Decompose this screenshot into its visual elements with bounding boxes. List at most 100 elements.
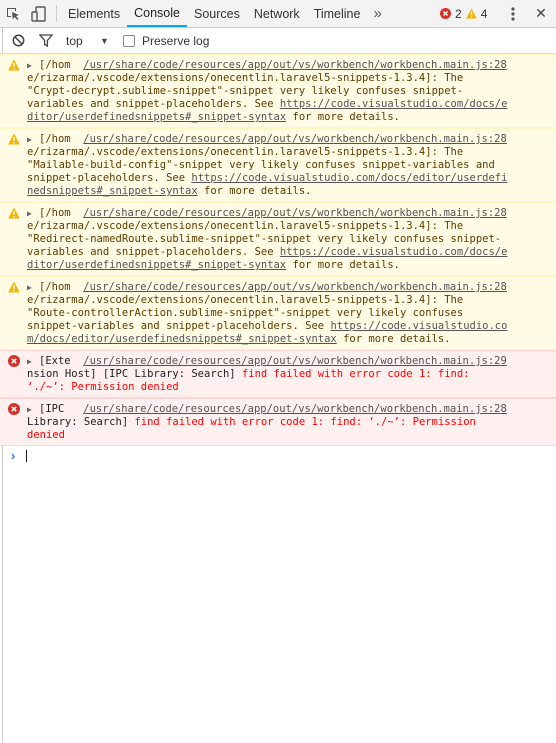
preserve-log-checkbox[interactable] xyxy=(123,34,135,47)
message-text: e/rizarma/.vscode/extensions/onecentlin.… xyxy=(27,220,464,232)
expand-triangle-icon[interactable]: ▶ xyxy=(27,59,39,72)
message-line: "Crypt-decrypt.sublime-snippet"-snippet … xyxy=(27,85,550,98)
source-link[interactable]: https://code.visualstudio.com/docs/edito… xyxy=(191,172,507,184)
console-warning-message[interactable]: ▶ [/hom /usr/share/code/resources/app/out… xyxy=(0,202,556,276)
source-link[interactable]: https://code.visualstudio.co xyxy=(330,320,507,332)
close-devtools-button[interactable]: ✕ xyxy=(532,0,550,27)
tab-console[interactable]: Console xyxy=(127,0,187,27)
device-toolbar-button[interactable] xyxy=(26,0,52,27)
expand-triangle-icon[interactable]: ▶ xyxy=(27,355,39,368)
message-text: for more details. xyxy=(286,111,400,123)
tab-timeline[interactable]: Timeline xyxy=(307,0,368,27)
tab-label: Timeline xyxy=(313,6,361,21)
inspect-cursor-icon xyxy=(7,7,19,20)
message-text: ‘./~’: Permission denied xyxy=(27,381,179,393)
source-link[interactable]: m/docs/editor/userdefinedsnippets#_snipp… xyxy=(27,333,337,345)
console-warning-message[interactable]: ▶ [/hom /usr/share/code/resources/app/out… xyxy=(0,128,556,202)
tab-elements[interactable]: Elements xyxy=(61,0,127,27)
warning-icon xyxy=(465,8,477,19)
expand-triangle-icon[interactable]: ▶ xyxy=(27,133,39,146)
message-text: [/hom xyxy=(39,281,84,293)
message-text: find failed with error code 1: find: xyxy=(241,368,470,380)
message-line: "Mailable-build-config"-snippet very lik… xyxy=(27,159,550,172)
warning-icon xyxy=(8,133,20,145)
console-warning-message[interactable]: ▶ [/hom /usr/share/code/resources/app/out… xyxy=(0,54,556,128)
message-line: "Route-controllerAction.sublime-snippet"… xyxy=(27,307,550,320)
error-count: 2 xyxy=(455,6,462,21)
message-line: ▶ [/hom /usr/share/code/resources/app/out… xyxy=(27,133,550,146)
message-line: e/rizarma/.vscode/extensions/onecentlin.… xyxy=(27,294,550,307)
context-selector[interactable]: top ▼ xyxy=(66,28,114,53)
message-line: variables and snippet-placeholders. See … xyxy=(27,246,550,259)
message-line: e/rizarma/.vscode/extensions/onecentlin.… xyxy=(27,146,550,159)
message-text: nsion Host] [IPC Library: Search] xyxy=(27,368,242,380)
message-line: snippet-variables and snippet-placeholde… xyxy=(27,320,550,333)
message-line: snippet-placeholders. See https://code.v… xyxy=(27,172,550,185)
tab-label: Sources xyxy=(193,6,240,21)
source-link[interactable]: https://code.visualstudio.com/docs/e xyxy=(280,98,508,110)
funnel-filter-icon xyxy=(39,34,53,47)
console-error-message[interactable]: ▶ [IPC /usr/share/code/resources/app/out/… xyxy=(0,398,556,446)
context-value: top xyxy=(66,33,83,48)
source-link[interactable]: nedsnippets#_snippet-syntax xyxy=(27,185,198,197)
customize-menu-button[interactable] xyxy=(505,0,521,27)
message-line: m/docs/editor/userdefinedsnippets#_snipp… xyxy=(27,333,550,346)
message-text: snippet-placeholders. See xyxy=(27,172,192,184)
message-text: [/hom xyxy=(39,207,84,219)
message-text: find failed with error code 1: find: ‘./… xyxy=(134,416,476,428)
console-prompt[interactable]: › xyxy=(0,446,556,466)
message-line: e/rizarma/.vscode/extensions/onecentlin.… xyxy=(27,220,550,233)
issue-counts[interactable]: 2 4 xyxy=(440,0,487,27)
dropdown-arrow-icon: ▼ xyxy=(100,35,109,46)
message-text: for more details. xyxy=(286,259,400,271)
message-line: nedsnippets#_snippet-syntax for more det… xyxy=(27,185,550,198)
expand-triangle-icon[interactable]: ▶ xyxy=(27,281,39,294)
console-warning-message[interactable]: ▶ [/hom /usr/share/code/resources/app/out… xyxy=(0,276,556,350)
tab-label: Console xyxy=(134,5,180,20)
warning-icon xyxy=(8,59,20,71)
message-line: nsion Host] [IPC Library: Search] find f… xyxy=(27,368,550,381)
source-link[interactable]: /usr/share/code/resources/app/out/vs/wor… xyxy=(83,133,507,145)
kebab-menu-icon xyxy=(511,6,515,21)
preserve-log-toggle[interactable]: Preserve log xyxy=(123,28,209,53)
expand-triangle-icon[interactable]: ▶ xyxy=(27,207,39,220)
message-line: ▶ [IPC /usr/share/code/resources/app/out/… xyxy=(27,403,550,416)
source-link[interactable]: ditor/userdefinedsnippets#_snippet-synta… xyxy=(27,259,286,271)
source-link[interactable]: /usr/share/code/resources/app/out/vs/wor… xyxy=(83,355,507,367)
message-line: ▶ [/hom /usr/share/code/resources/app/out… xyxy=(27,59,550,72)
message-text: variables and snippet-placeholders. See xyxy=(27,98,280,110)
source-link[interactable]: /usr/share/code/resources/app/out/vs/wor… xyxy=(83,207,507,219)
console-filter-bar: top ▼ Preserve log xyxy=(0,28,556,54)
expand-triangle-icon[interactable]: ▶ xyxy=(27,403,39,416)
clear-console-button[interactable] xyxy=(12,28,25,53)
filter-button[interactable] xyxy=(39,28,53,53)
source-link[interactable]: /usr/share/code/resources/app/out/vs/wor… xyxy=(83,403,507,415)
message-text: Library: Search] xyxy=(27,416,135,428)
message-text: denied xyxy=(27,429,65,441)
tab-label: Network xyxy=(253,6,300,21)
warning-icon xyxy=(8,207,20,219)
double-chevron-icon: » xyxy=(373,5,382,22)
message-text: [Exte xyxy=(39,355,84,367)
prompt-chevron-icon: › xyxy=(11,448,16,463)
message-text: [/hom xyxy=(39,133,84,145)
tab-sources[interactable]: Sources xyxy=(187,0,247,27)
tab-network[interactable]: Network xyxy=(247,0,307,27)
close-icon: ✕ xyxy=(535,5,547,21)
more-tabs-button[interactable]: » xyxy=(367,0,387,27)
warning-icon xyxy=(8,281,20,293)
error-icon xyxy=(8,403,20,415)
source-link[interactable]: https://code.visualstudio.com/docs/e xyxy=(280,246,508,258)
message-text: "Crypt-decrypt.sublime-snippet"-snippet … xyxy=(27,85,464,97)
text-caret xyxy=(26,450,27,462)
toolbar-separator xyxy=(56,5,57,22)
inspect-element-button[interactable] xyxy=(0,0,26,27)
console-error-message[interactable]: ▶ [Exte /usr/share/code/resources/app/out… xyxy=(0,350,556,398)
message-text: "Mailable-build-config"-snippet very lik… xyxy=(27,159,495,171)
message-text: [/hom xyxy=(39,59,84,71)
source-link[interactable]: ditor/userdefinedsnippets#_snippet-synta… xyxy=(27,111,286,123)
source-link[interactable]: /usr/share/code/resources/app/out/vs/wor… xyxy=(83,281,507,293)
source-link[interactable]: /usr/share/code/resources/app/out/vs/wor… xyxy=(83,59,507,71)
message-text: for more details. xyxy=(336,333,451,345)
message-line: ▶ [/hom /usr/share/code/resources/app/out… xyxy=(27,281,550,294)
